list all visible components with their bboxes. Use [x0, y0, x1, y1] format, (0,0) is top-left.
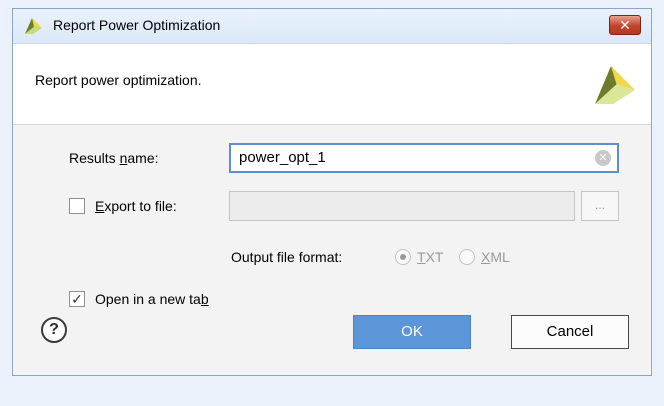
close-button[interactable]: ✕: [609, 15, 641, 35]
close-icon: ✕: [619, 17, 631, 33]
dialog-window: Report Power Optimization ✕ Report power…: [0, 0, 664, 406]
export-to-file-label[interactable]: Export to file:: [95, 198, 177, 214]
cancel-button[interactable]: Cancel: [511, 315, 629, 349]
checkmark-icon: ✓: [71, 291, 83, 307]
results-name-label: Results name:: [69, 150, 159, 166]
dialog-description: Report power optimization.: [35, 72, 202, 88]
format-txt-radio: [395, 249, 411, 265]
vivado-logo-icon: [25, 18, 42, 34]
open-new-tab-label[interactable]: Open in a new tab: [95, 291, 209, 307]
vivado-logo-large-icon: [595, 66, 635, 104]
export-file-path-input: [229, 191, 575, 221]
export-to-file-checkbox[interactable]: [69, 198, 85, 214]
title-bar[interactable]: Report Power Optimization ✕: [13, 9, 651, 44]
window-title: Report Power Optimization: [53, 17, 221, 33]
ok-button[interactable]: OK: [353, 315, 471, 349]
browse-button: ...: [581, 191, 619, 221]
format-xml-radio: [459, 249, 475, 265]
format-xml-label: XML: [481, 249, 510, 265]
output-format-label: Output file format:: [231, 249, 343, 265]
help-icon[interactable]: ?: [41, 317, 67, 343]
clear-input-icon[interactable]: ✕: [595, 150, 611, 166]
dialog-header: Report power optimization.: [13, 44, 651, 125]
results-name-input[interactable]: power_opt_1: [229, 143, 619, 173]
open-new-tab-checkbox[interactable]: ✓: [69, 291, 85, 307]
dialog-body: Results name: power_opt_1 ✕ Export to fi…: [13, 125, 651, 375]
dialog-frame: Report Power Optimization ✕ Report power…: [12, 8, 652, 376]
format-txt-label: TXT: [417, 249, 444, 265]
